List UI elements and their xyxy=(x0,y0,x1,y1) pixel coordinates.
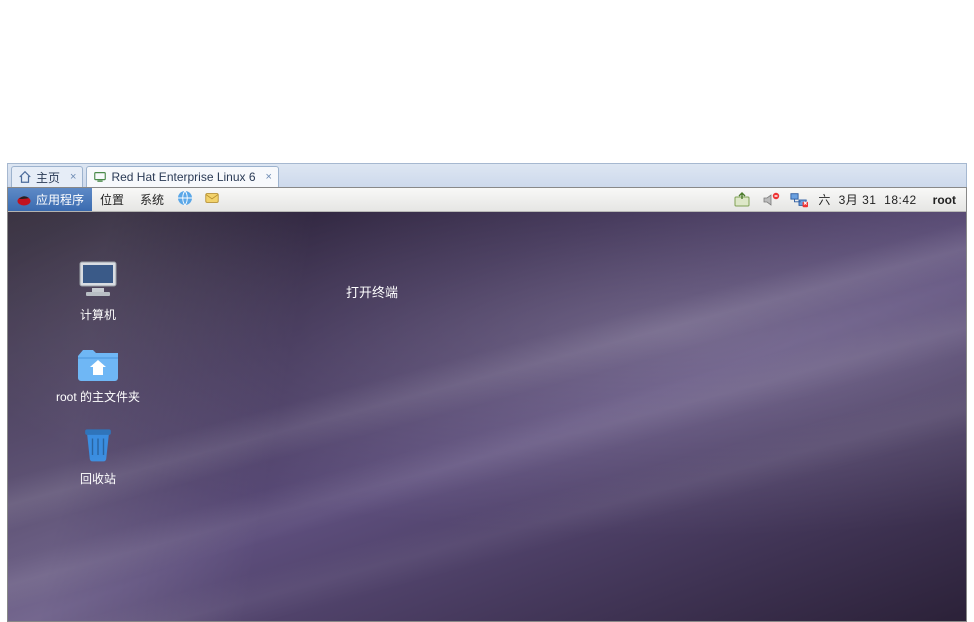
desktop-icon-computer[interactable]: 计算机 xyxy=(38,258,158,323)
close-icon[interactable]: × xyxy=(266,171,272,183)
vm-icon xyxy=(93,170,107,184)
home-folder-icon xyxy=(74,340,122,384)
close-icon[interactable]: × xyxy=(70,171,76,183)
updates-icon[interactable] xyxy=(734,192,752,208)
menu-places[interactable]: 位置 xyxy=(92,188,132,211)
volume-icon[interactable] xyxy=(762,192,780,208)
menu-label: 应用程序 xyxy=(36,191,84,208)
menu-label: 系统 xyxy=(140,191,164,208)
desktop[interactable]: 计算机 root 的主文件夹 回收站 打开终端 xyxy=(8,212,966,621)
globe-icon xyxy=(176,189,194,210)
home-icon xyxy=(18,170,32,184)
clock-time: 18:42 xyxy=(884,193,917,207)
menu-system[interactable]: 系统 xyxy=(132,188,172,211)
host-tab-vm[interactable]: Red Hat Enterprise Linux 6 × xyxy=(86,166,279,187)
annotation-text: 打开终端 xyxy=(346,282,398,301)
desktop-icon-label: 计算机 xyxy=(38,306,158,323)
host-tab-home[interactable]: 主页 × xyxy=(11,166,83,187)
desktop-icon-label: root 的主文件夹 xyxy=(38,388,158,405)
vm-viewport: 应用程序 位置 系统 xyxy=(7,187,967,622)
desktop-icon-label: 回收站 xyxy=(38,470,158,487)
gnome-panel: 应用程序 位置 系统 xyxy=(8,188,966,212)
redhat-icon xyxy=(16,192,32,208)
mail-icon xyxy=(202,190,222,209)
host-tab-label: 主页 xyxy=(36,169,60,186)
clock[interactable]: 六 3月 31 18:42 xyxy=(818,191,916,208)
system-tray: 六 3月 31 18:42 root xyxy=(724,188,966,211)
desktop-icon-trash[interactable]: 回收站 xyxy=(38,422,158,487)
host-tab-label: Red Hat Enterprise Linux 6 xyxy=(111,170,255,184)
host-tab-bar: 主页 × Red Hat Enterprise Linux 6 × xyxy=(7,163,967,187)
trash-icon xyxy=(74,422,122,466)
desktop-icon-home[interactable]: root 的主文件夹 xyxy=(38,340,158,405)
menu-label: 位置 xyxy=(100,191,124,208)
clock-weekday: 六 xyxy=(818,193,831,207)
launcher-mail[interactable] xyxy=(198,188,226,211)
computer-icon xyxy=(74,258,122,302)
user-menu[interactable]: root xyxy=(927,193,956,207)
launcher-browser[interactable] xyxy=(172,188,198,211)
network-icon[interactable] xyxy=(790,192,808,208)
menu-applications[interactable]: 应用程序 xyxy=(8,188,92,211)
clock-date: 3月 31 xyxy=(839,193,877,207)
